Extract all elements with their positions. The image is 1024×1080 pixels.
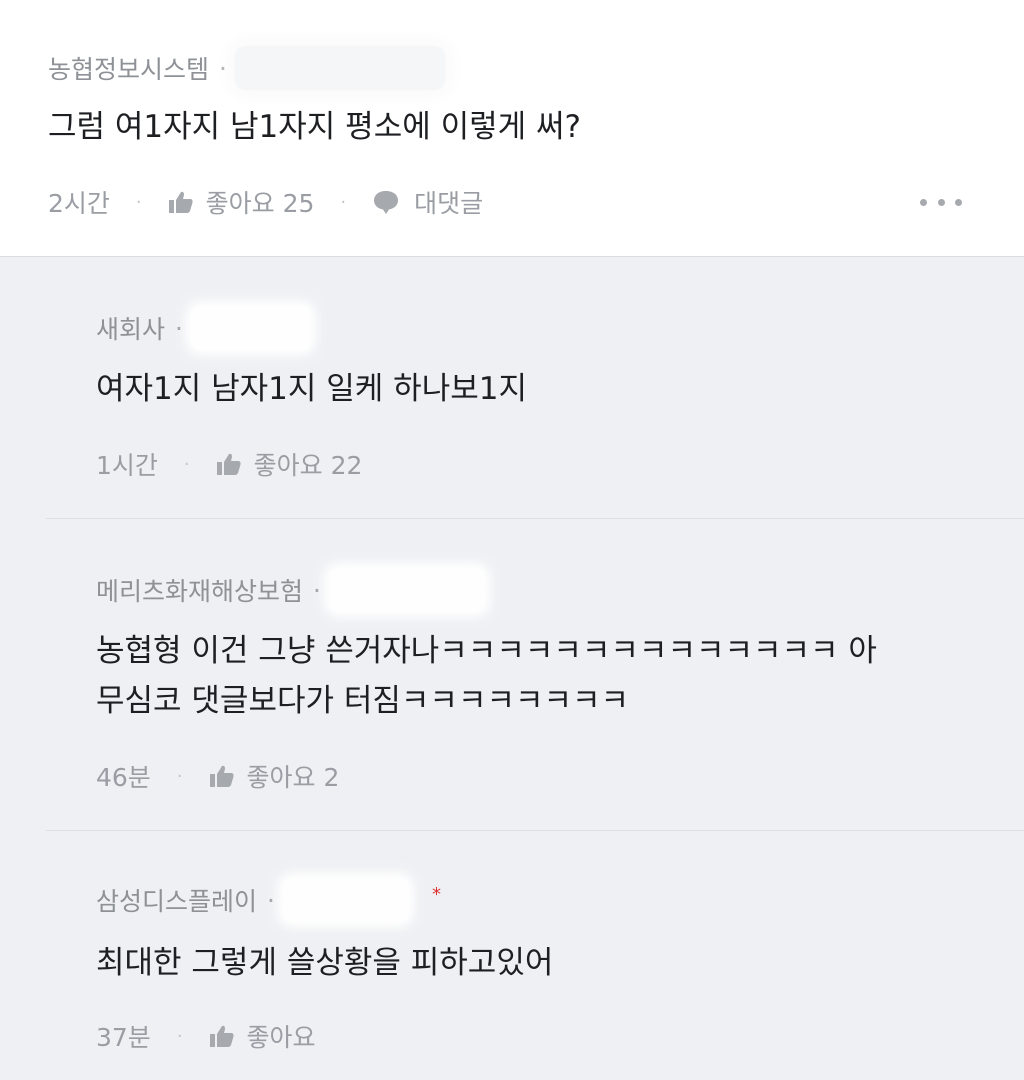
reply-text-line: 최대한 그렇게 쓸상황을 피하고있어 <box>96 945 554 981</box>
like-button[interactable]: 좋아요 2 <box>209 758 340 794</box>
reply-meta: 46분 · 좋아요 2 <box>96 758 339 794</box>
meta-separator: · <box>340 191 347 213</box>
main-comment: 농협정보시스템 · 그럼 여1자지 남1자지 평소에 이렇게 써? 2시간 · … <box>0 0 1024 257</box>
comment-time: 37분 <box>96 1023 151 1052</box>
author-dot: · <box>267 885 275 915</box>
thumbs-up-icon <box>168 191 193 213</box>
reply-author-line: 새회사 · <box>96 306 311 350</box>
reply-author-line: 삼성디스플레이 · <box>96 878 409 922</box>
thumbs-up-icon <box>216 453 241 475</box>
author-name[interactable]: 삼성디스플레이 <box>96 882 257 918</box>
redacted-nickname <box>190 306 311 350</box>
like-button[interactable]: 좋아요 <box>209 1018 316 1054</box>
divider <box>46 518 1024 519</box>
reply-text-line: 농협형 이건 그냥 쓴거자나ㅋㅋㅋㅋㅋㅋㅋㅋㅋㅋㅋㅋㅋㅋ 아 <box>96 633 877 669</box>
divider <box>46 830 1024 831</box>
author-name[interactable]: 메리츠화재해상보험 <box>96 572 303 608</box>
red-mark-icon: * <box>432 884 441 905</box>
comment-time: 46분 <box>96 763 151 792</box>
reply-meta: 37분 · 좋아요 <box>96 1018 316 1054</box>
main-comment-text: 그럼 여1자지 남1자지 평소에 이렇게 써? <box>48 109 581 145</box>
reply-author-line: 메리츠화재해상보험 · <box>96 568 485 612</box>
like-label: 좋아요 2 <box>246 763 340 792</box>
reply-text-line: 여자1지 남자1지 일케 하나보1지 <box>96 371 527 407</box>
meta-separator: · <box>176 765 183 787</box>
reply-text-line: 무심코 댓글보다가 터짐ㅋㅋㅋㅋㅋㅋㅋㅋ <box>96 683 630 719</box>
meta-separator: · <box>183 453 190 475</box>
author-dot: · <box>175 313 183 343</box>
reply-meta: 1시간 · 좋아요 22 <box>96 446 362 482</box>
author-dot: · <box>313 575 321 605</box>
author-name[interactable]: 농협정보시스템 <box>48 50 209 86</box>
like-button[interactable]: 좋아요 25 <box>168 184 315 220</box>
redacted-nickname <box>282 878 409 922</box>
like-label: 좋아요 <box>246 1023 316 1052</box>
more-dot <box>955 198 962 206</box>
meta-separator: · <box>135 191 142 213</box>
comment-time: 1시간 <box>96 451 158 480</box>
more-dot <box>937 198 945 206</box>
like-label: 좋아요 22 <box>253 451 363 480</box>
thumbs-up-icon <box>209 1025 234 1047</box>
more-dots-icon[interactable] <box>920 188 962 216</box>
reply-label: 대댓글 <box>414 189 484 218</box>
main-comment-meta: 2시간 · 좋아요 25 · 대댓글 <box>48 184 483 220</box>
more-dot <box>920 198 927 206</box>
redacted-nickname <box>328 568 485 612</box>
thumbs-up-icon <box>209 765 234 787</box>
author-dot: · <box>219 53 227 83</box>
meta-separator: · <box>176 1025 183 1047</box>
reply-button[interactable]: 대댓글 <box>372 184 483 220</box>
author-name[interactable]: 새회사 <box>96 310 165 346</box>
speech-bubble-icon <box>374 191 399 214</box>
comment-time: 2시간 <box>48 189 110 218</box>
main-comment-author-line: 농협정보시스템 · <box>48 46 445 90</box>
like-label: 좋아요 25 <box>205 189 315 218</box>
redacted-nickname <box>234 46 445 90</box>
like-button[interactable]: 좋아요 22 <box>216 446 363 482</box>
